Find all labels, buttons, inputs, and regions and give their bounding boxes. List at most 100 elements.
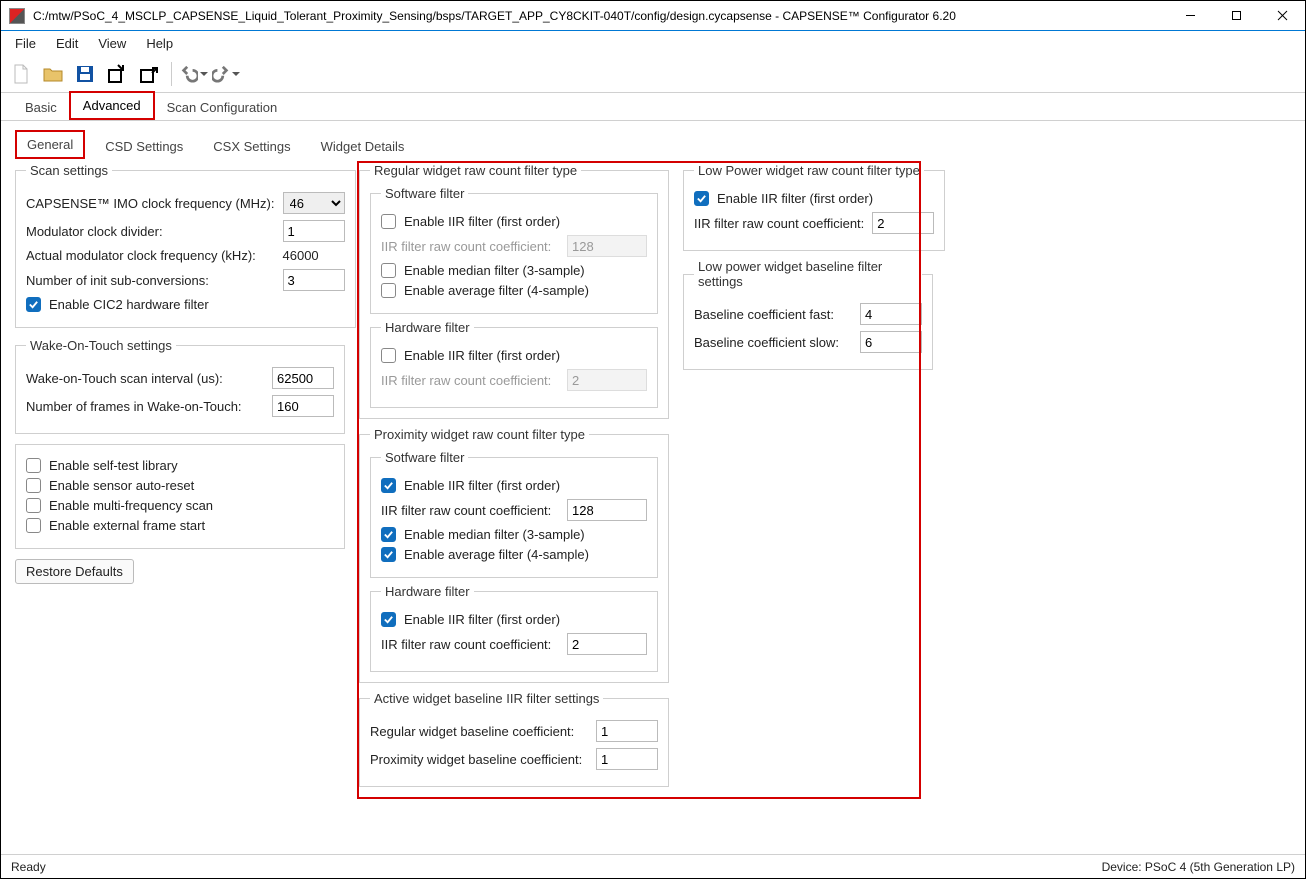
minimize-button[interactable]: [1167, 1, 1213, 31]
lowpower-baseline-group: Low power widget baseline filter setting…: [683, 259, 933, 370]
open-file-icon[interactable]: [39, 60, 67, 88]
active-baseline-prox-label: Proximity widget baseline coefficient:: [370, 752, 588, 767]
undo-icon[interactable]: [180, 60, 208, 88]
regular-median-checkbox[interactable]: [381, 263, 396, 278]
proximity-median-checkbox[interactable]: [381, 527, 396, 542]
wot-frames-input[interactable]: [272, 395, 334, 417]
regular-hw-iir-coef-label: IIR filter raw count coefficient:: [381, 373, 559, 388]
lowpower-baseline-legend: Low power widget baseline filter setting…: [694, 259, 922, 289]
save-icon[interactable]: [71, 60, 99, 88]
import-icon[interactable]: [103, 60, 131, 88]
active-baseline-group: Active widget baseline IIR filter settin…: [359, 691, 669, 787]
regular-avg-checkbox[interactable]: [381, 283, 396, 298]
menu-file[interactable]: File: [7, 34, 44, 53]
tab-csd-settings[interactable]: CSD Settings: [95, 134, 193, 159]
redo-icon[interactable]: [212, 60, 240, 88]
init-subconv-input[interactable]: [283, 269, 345, 291]
menu-bar: File Edit View Help: [1, 31, 1305, 55]
proximity-filter-legend: Proximity widget raw count filter type: [370, 427, 589, 442]
regular-sw-iir-checkbox[interactable]: [381, 214, 396, 229]
multi-freq-checkbox[interactable]: [26, 498, 41, 513]
proximity-sw-iir-label: Enable IIR filter (first order): [404, 478, 560, 493]
scan-settings-legend: Scan settings: [26, 163, 112, 178]
ext-frame-label: Enable external frame start: [49, 518, 205, 533]
tab-csx-settings[interactable]: CSX Settings: [203, 134, 300, 159]
regular-sw-legend: Software filter: [381, 186, 468, 201]
lowpower-iir-coef-input[interactable]: [872, 212, 934, 234]
cic2-checkbox[interactable]: [26, 297, 41, 312]
misc-options-group: Enable self-test library Enable sensor a…: [15, 444, 345, 549]
secondary-tabs: General CSD Settings CSX Settings Widget…: [1, 127, 1305, 159]
cic2-label: Enable CIC2 hardware filter: [49, 297, 209, 312]
lowpower-baseline-fast-label: Baseline coefficient fast:: [694, 307, 852, 322]
wot-legend: Wake-On-Touch settings: [26, 338, 176, 353]
proximity-hw-iir-coef-label: IIR filter raw count coefficient:: [381, 637, 559, 652]
window-title: C:/mtw/PSoC_4_MSCLP_CAPSENSE_Liquid_Tole…: [33, 9, 1167, 23]
proximity-filter-group: Proximity widget raw count filter type S…: [359, 427, 669, 683]
wot-frames-label: Number of frames in Wake-on-Touch:: [26, 399, 264, 414]
lowpower-baseline-slow-input[interactable]: [860, 331, 922, 353]
primary-tabs: Basic Advanced Scan Configuration: [1, 93, 1305, 121]
regular-hw-legend: Hardware filter: [381, 320, 474, 335]
proximity-sw-filter-group: Sotfware filter Enable IIR filter (first…: [370, 450, 658, 578]
proximity-hw-iir-coef-input[interactable]: [567, 633, 647, 655]
menu-edit[interactable]: Edit: [48, 34, 86, 53]
tab-advanced[interactable]: Advanced: [69, 91, 155, 120]
proximity-sw-iir-coef-input[interactable]: [567, 499, 647, 521]
proximity-avg-label: Enable average filter (4-sample): [404, 547, 589, 562]
active-baseline-legend: Active widget baseline IIR filter settin…: [370, 691, 603, 706]
proximity-hw-iir-checkbox[interactable]: [381, 612, 396, 627]
lowpower-iir-label: Enable IIR filter (first order): [717, 191, 873, 206]
status-device: Device: PSoC 4 (5th Generation LP): [1102, 860, 1295, 874]
new-file-icon[interactable]: [7, 60, 35, 88]
regular-hw-iir-checkbox[interactable]: [381, 348, 396, 363]
self-test-checkbox[interactable]: [26, 458, 41, 473]
proximity-sw-iir-checkbox[interactable]: [381, 478, 396, 493]
tab-general[interactable]: General: [15, 130, 85, 159]
menu-view[interactable]: View: [90, 34, 134, 53]
regular-sw-iir-coef-label: IIR filter raw count coefficient:: [381, 239, 559, 254]
actual-freq-label: Actual modulator clock frequency (kHz):: [26, 248, 275, 263]
proximity-median-label: Enable median filter (3-sample): [404, 527, 585, 542]
proximity-sw-iir-coef-label: IIR filter raw count coefficient:: [381, 503, 559, 518]
proximity-avg-checkbox[interactable]: [381, 547, 396, 562]
restore-defaults-button[interactable]: Restore Defaults: [15, 559, 134, 584]
active-baseline-prox-input[interactable]: [596, 748, 658, 770]
auto-reset-label: Enable sensor auto-reset: [49, 478, 194, 493]
auto-reset-checkbox[interactable]: [26, 478, 41, 493]
wot-group: Wake-On-Touch settings Wake-on-Touch sca…: [15, 338, 345, 434]
regular-avg-label: Enable average filter (4-sample): [404, 283, 589, 298]
tab-scan-configuration[interactable]: Scan Configuration: [155, 95, 290, 120]
ext-frame-checkbox[interactable]: [26, 518, 41, 533]
close-button[interactable]: [1259, 1, 1305, 31]
lowpower-iir-coef-label: IIR filter raw count coefficient:: [694, 216, 864, 231]
regular-hw-filter-group: Hardware filter Enable IIR filter (first…: [370, 320, 658, 408]
lowpower-iir-checkbox[interactable]: [694, 191, 709, 206]
tab-widget-details[interactable]: Widget Details: [311, 134, 415, 159]
mod-div-input[interactable]: [283, 220, 345, 242]
lowpower-filter-legend: Low Power widget raw count filter type: [694, 163, 924, 178]
wot-interval-input[interactable]: [272, 367, 334, 389]
export-icon[interactable]: [135, 60, 163, 88]
status-ready: Ready: [11, 860, 46, 874]
regular-filter-legend: Regular widget raw count filter type: [370, 163, 581, 178]
app-icon: [9, 8, 25, 24]
proximity-hw-filter-group: Hardware filter Enable IIR filter (first…: [370, 584, 658, 672]
proximity-hw-iir-label: Enable IIR filter (first order): [404, 612, 560, 627]
init-subconv-label: Number of init sub-conversions:: [26, 273, 275, 288]
menu-help[interactable]: Help: [138, 34, 181, 53]
lowpower-filter-group: Low Power widget raw count filter type E…: [683, 163, 945, 251]
tab-basic[interactable]: Basic: [13, 95, 69, 120]
regular-hw-iir-coef-input: [567, 369, 647, 391]
lowpower-baseline-fast-input[interactable]: [860, 303, 922, 325]
regular-median-label: Enable median filter (3-sample): [404, 263, 585, 278]
active-baseline-reg-input[interactable]: [596, 720, 658, 742]
imo-freq-select[interactable]: 46: [283, 192, 345, 214]
active-baseline-reg-label: Regular widget baseline coefficient:: [370, 724, 588, 739]
regular-sw-iir-coef-input: [567, 235, 647, 257]
scan-settings-group: Scan settings CAPSENSE™ IMO clock freque…: [15, 163, 356, 328]
toolbar: [1, 55, 1305, 93]
lowpower-baseline-slow-label: Baseline coefficient slow:: [694, 335, 852, 350]
maximize-button[interactable]: [1213, 1, 1259, 31]
regular-filter-group: Regular widget raw count filter type Sof…: [359, 163, 669, 419]
